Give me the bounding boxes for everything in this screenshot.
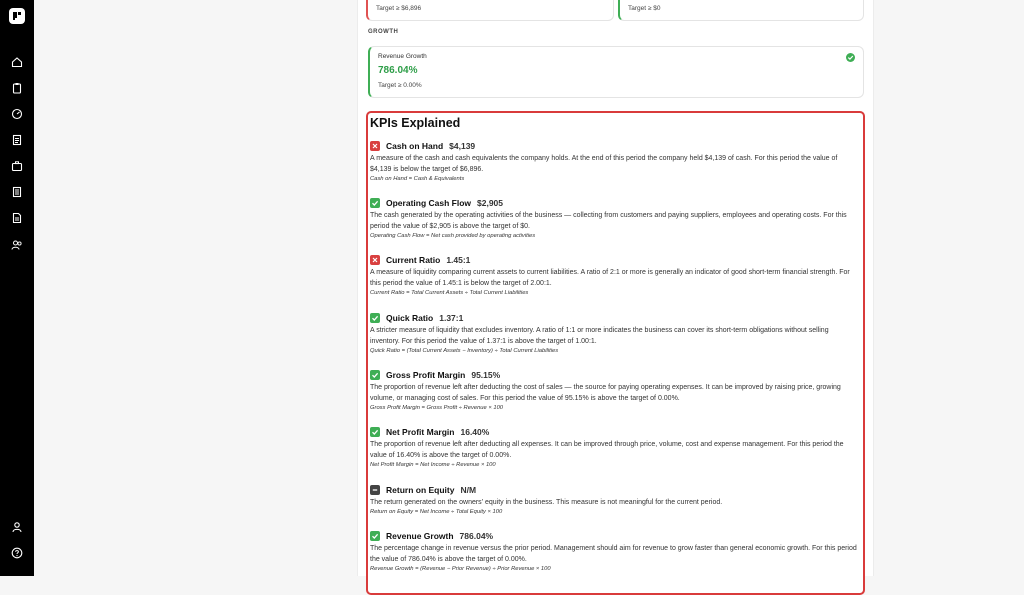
- target-text: Target ≥ $0: [628, 5, 661, 12]
- kpi-item: Operating Cash Flow $2,905 The cash gener…: [370, 197, 860, 241]
- sidebar: [0, 0, 34, 576]
- kpi-name: Cash on Hand: [386, 141, 444, 151]
- document-icon[interactable]: [11, 186, 23, 198]
- check-circle-icon: [846, 53, 855, 62]
- kpi-description: A measure of liquidity comparing current…: [370, 269, 850, 287]
- kpi-item: Return on Equity N/M The return generated…: [370, 484, 860, 517]
- main-content: Target ≥ $6,896 Target ≥ $0 GROWTH Reven…: [357, 0, 874, 595]
- kpi-formula: Quick Ratio = (Total Current Assets − In…: [370, 348, 559, 354]
- kpi-name: Gross Profit Margin: [386, 370, 466, 380]
- section-label-growth: GROWTH: [368, 29, 399, 35]
- kpi-value: 1.37:1: [439, 313, 464, 323]
- file-icon[interactable]: [11, 212, 23, 224]
- kpi-formula: Gross Profit Margin = Gross Profit ÷ Rev…: [370, 405, 504, 411]
- briefcase-icon[interactable]: [11, 160, 23, 172]
- kpis-explained-panel: KPIs Explained Cash on Hand $4,139 A meas…: [366, 111, 865, 595]
- target-text: Target ≥ $6,896: [376, 5, 422, 12]
- kpi-item: Current Ratio 1.45:1 A measure of liquidi…: [370, 254, 860, 298]
- kpi-value: $4,139: [449, 141, 476, 151]
- kpi-description: The percentage change in revenue versus …: [370, 545, 857, 563]
- kpi-name: Operating Cash Flow: [386, 198, 472, 208]
- x-icon: [370, 255, 380, 265]
- kpi-name: Return on Equity: [386, 485, 455, 495]
- kpi-name: Quick Ratio: [386, 313, 434, 323]
- kpi-formula: Cash on Hand = Cash & Equivalents: [370, 176, 465, 182]
- kpi-value: 1.45:1: [446, 255, 471, 265]
- minus-icon: [370, 485, 380, 495]
- check-icon: [370, 531, 380, 541]
- kpi-name: Net Profit Margin: [386, 427, 455, 437]
- kpi-description: The cash generated by the operating acti…: [370, 212, 847, 230]
- kpi-formula: Current Ratio = Total Current Assets ÷ T…: [370, 290, 529, 296]
- clipboard-icon[interactable]: [11, 82, 23, 94]
- report-icon[interactable]: [11, 134, 23, 146]
- home-icon[interactable]: [11, 56, 23, 68]
- kpi-item: Cash on Hand $4,139 A measure of the cash…: [370, 140, 860, 184]
- kpi-item: Net Profit Margin 16.40% The proportion o…: [370, 426, 860, 470]
- kpi-formula: Revenue Growth = (Revenue − Prior Revenu…: [370, 566, 551, 572]
- kpi-value: 95.15%: [471, 370, 501, 380]
- kpi-formula: Operating Cash Flow = Net cash provided …: [370, 233, 536, 239]
- operating-cash-flow-card[interactable]: Target ≥ $0: [618, 0, 864, 21]
- revenue-growth-card[interactable]: Revenue Growth 786.04% Target ≥ 0.00%: [368, 46, 864, 98]
- kpi-description: The return generated on the owners' equi…: [370, 499, 723, 506]
- kpi-description: The proportion of revenue left after ded…: [370, 441, 844, 459]
- help-icon[interactable]: [11, 547, 23, 559]
- metric-name: Revenue Growth: [378, 53, 427, 60]
- kpi-name: Revenue Growth: [386, 531, 454, 541]
- check-icon: [370, 427, 380, 437]
- target-text: Target ≥ 0.00%: [378, 82, 422, 89]
- check-icon: [370, 370, 380, 380]
- logo-icon[interactable]: [9, 8, 25, 24]
- kpi-formula: Return on Equity = Net Income ÷ Total Eq…: [370, 509, 503, 515]
- user-icon[interactable]: [11, 521, 23, 533]
- kpi-formula: Net Profit Margin = Net Income ÷ Revenue…: [370, 462, 496, 468]
- users-icon[interactable]: [11, 239, 23, 251]
- kpi-name: Current Ratio: [386, 255, 441, 265]
- kpi-description: The proportion of revenue left after ded…: [370, 384, 841, 402]
- kpi-value: N/M: [460, 485, 477, 495]
- kpi-item: Gross Profit Margin 95.15% The proportion…: [370, 369, 860, 413]
- check-icon: [370, 198, 380, 208]
- check-icon: [370, 313, 380, 323]
- kpi-value: 786.04%: [459, 531, 494, 541]
- metric-value: 786.04%: [378, 65, 418, 76]
- kpi-item: Revenue Growth 786.04% The percentage cha…: [370, 530, 860, 574]
- gauge-icon[interactable]: [11, 108, 23, 120]
- kpi-description: A stricter measure of liquidity that exc…: [370, 327, 829, 345]
- kpi-value: $2,905: [477, 198, 504, 208]
- cash-on-hand-card[interactable]: Target ≥ $6,896: [366, 0, 614, 21]
- kpis-explained-title: KPIs Explained: [370, 116, 461, 130]
- x-icon: [370, 141, 380, 151]
- kpi-item: Quick Ratio 1.37:1 A stricter measure of …: [370, 312, 860, 356]
- kpi-value: 16.40%: [460, 427, 490, 437]
- kpi-description: A measure of the cash and cash equivalen…: [370, 155, 838, 173]
